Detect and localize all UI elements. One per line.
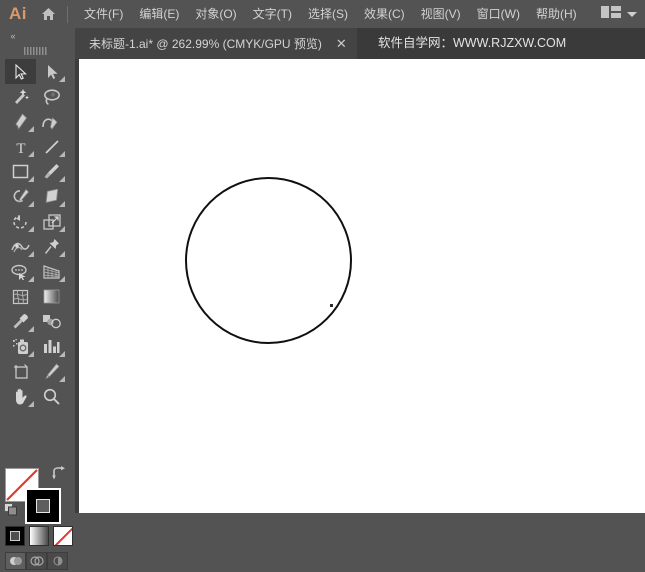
tab-bar: « 未标题-1.ai* @ 262.99% (CMYK/GPU 预览) ✕ 软件… (0, 28, 645, 59)
workspace-switcher[interactable] (601, 0, 637, 28)
tool-eyedropper[interactable] (5, 309, 36, 334)
tool-rotate[interactable] (5, 209, 36, 234)
watermark-text: 软件自学网：WWW.RJZXW.COM (378, 36, 567, 50)
tools-panel: T (0, 59, 75, 570)
svg-text:T: T (16, 141, 25, 155)
menu-divider (67, 5, 68, 23)
tool-shape-builder[interactable] (5, 259, 36, 284)
tool-eraser[interactable] (36, 184, 67, 209)
tool-flyout-arrow (28, 201, 34, 207)
tool-flyout-arrow (59, 276, 65, 282)
circle-shape[interactable] (185, 177, 352, 344)
tool-width[interactable] (5, 234, 36, 259)
menu-bar: Ai 文件(F) 编辑(E) 对象(O) 文字(T) 选择(S) 效果(C) 视… (0, 0, 645, 28)
stroke-swatch-inner (36, 499, 50, 513)
menu-file[interactable]: 文件(F) (76, 0, 131, 28)
draw-mode-behind[interactable] (26, 552, 47, 570)
tool-direct-selection[interactable] (36, 59, 67, 84)
tool-line-segment[interactable] (36, 134, 67, 159)
tool-hand[interactable] (5, 384, 36, 409)
tool-artboard[interactable] (5, 359, 36, 384)
workspace-switcher-icon (601, 5, 621, 24)
collapse-panel-icon[interactable]: « (4, 30, 22, 42)
tool-zoom[interactable] (36, 384, 67, 409)
tool-blend[interactable] (36, 309, 67, 334)
tool-lasso[interactable] (36, 84, 67, 109)
tool-column-graph[interactable] (36, 334, 67, 359)
shape-anchor-point[interactable] (330, 304, 333, 307)
menu-view[interactable]: 视图(V) (413, 0, 469, 28)
tool-flyout-arrow (28, 126, 34, 132)
tool-curvature[interactable] (36, 109, 67, 134)
canvas-left-edge (75, 59, 79, 513)
menu-type[interactable]: 文字(T) (245, 0, 300, 28)
fill-mode-none[interactable] (53, 526, 73, 546)
toolbar-drag-handle[interactable] (24, 43, 54, 55)
tool-flyout-arrow (28, 176, 34, 182)
tool-mesh[interactable] (5, 284, 36, 309)
tool-grid: T (5, 59, 69, 409)
tool-flyout-arrow (28, 251, 34, 257)
draw-mode-inside[interactable] (47, 552, 68, 570)
tool-scale[interactable] (36, 209, 67, 234)
tool-flyout-arrow (59, 376, 65, 382)
tool-flyout-arrow (28, 226, 34, 232)
illustrator-window: Ai 文件(F) 编辑(E) 对象(O) 文字(T) 选择(S) 效果(C) 视… (0, 0, 645, 570)
fill-stroke-controls (0, 464, 75, 572)
draw-mode-row (5, 552, 68, 570)
tool-symbol-sprayer[interactable] (5, 334, 36, 359)
menu-help[interactable]: 帮助(H) (528, 0, 585, 28)
tool-magic-wand[interactable] (5, 84, 36, 109)
home-icon[interactable] (37, 0, 59, 28)
swap-fill-stroke-icon[interactable] (52, 466, 66, 485)
document-tab[interactable]: 未标题-1.ai* @ 262.99% (CMYK/GPU 预览) ✕ (75, 28, 357, 59)
tool-flyout-arrow (59, 76, 65, 82)
menu-object[interactable]: 对象(O) (187, 0, 244, 28)
close-icon[interactable]: ✕ (336, 37, 347, 50)
tool-gradient[interactable] (36, 284, 67, 309)
app-logo: Ai (9, 4, 27, 23)
tool-selection[interactable] (5, 59, 36, 84)
tool-slice[interactable] (36, 359, 67, 384)
tool-perspective-grid[interactable] (36, 259, 67, 284)
tool-rectangle[interactable] (5, 159, 36, 184)
menu-item-list: 文件(F) 编辑(E) 对象(O) 文字(T) 选择(S) 效果(C) 视图(V… (76, 0, 585, 28)
fill-mode-gradient[interactable] (29, 526, 49, 546)
toolbar-header: « (0, 28, 75, 59)
tool-flyout-arrow (59, 201, 65, 207)
tool-type[interactable]: T (5, 134, 36, 159)
tool-pen[interactable] (5, 109, 36, 134)
canvas-area[interactable] (75, 59, 645, 513)
tool-flyout-arrow (59, 151, 65, 157)
tool-flyout-arrow (59, 226, 65, 232)
menu-effect[interactable]: 效果(C) (356, 0, 413, 28)
menu-window[interactable]: 窗口(W) (469, 0, 528, 28)
tool-flyout-arrow (28, 401, 34, 407)
menu-edit[interactable]: 编辑(E) (131, 0, 187, 28)
fill-mode-row (5, 526, 73, 546)
tool-paintbrush[interactable] (36, 159, 67, 184)
tool-flyout-arrow (28, 276, 34, 282)
tool-shaper[interactable] (5, 184, 36, 209)
tool-flyout-arrow (28, 326, 34, 332)
menu-select[interactable]: 选择(S) (300, 0, 356, 28)
tool-flyout-arrow (59, 251, 65, 257)
tool-flyout-arrow (59, 176, 65, 182)
draw-mode-normal[interactable] (5, 552, 26, 570)
fill-mode-color[interactable] (5, 526, 25, 546)
stroke-swatch[interactable] (25, 488, 61, 524)
tool-flyout-arrow (28, 351, 34, 357)
tool-free-transform[interactable] (36, 234, 67, 259)
chevron-down-icon (627, 11, 637, 17)
tool-flyout-arrow (28, 151, 34, 157)
default-fill-stroke-icon[interactable] (4, 503, 18, 521)
document-tab-title: 未标题-1.ai* @ 262.99% (CMYK/GPU 预览) (89, 37, 322, 51)
tool-flyout-arrow (59, 351, 65, 357)
